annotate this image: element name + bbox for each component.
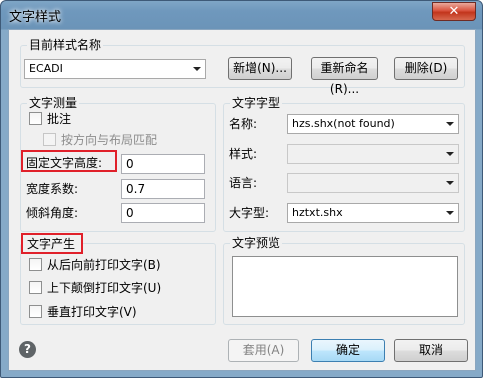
bigfont-dropdown[interactable]: hztxt.shx [287,203,459,223]
style-name-dropdown[interactable]: ECADI [24,59,206,79]
cancel-button[interactable]: 取消 [394,339,468,362]
rename-button[interactable]: 重新命名(R)... [311,57,378,96]
text-font-group-label: 文字字型 [230,96,283,110]
fixed-height-field[interactable]: 0 [121,154,205,174]
match-layout-checkbox[interactable] [43,133,56,146]
current-style-group-label: 目前样式名称 [27,38,104,52]
help-icon[interactable]: ? [19,341,36,358]
upside-down-checkbox[interactable] [29,281,42,294]
bigfont-label: 大字型: [229,206,270,220]
font-style-label: 样式: [229,147,258,161]
window-title: 文字样式 [9,10,62,25]
vertical-label: 垂直打印文字(V) [47,305,137,319]
width-factor-label: 宽度系数: [26,182,79,196]
delete-button[interactable]: 删除(D) [394,57,458,80]
font-style-dropdown[interactable] [287,144,459,164]
font-name-label: 名称: [229,117,258,131]
text-generation-group-label: 文字产生 [27,237,76,251]
annotative-label: 批注 [47,112,72,126]
title-bar[interactable]: 文字样式 ✕ [1,1,482,29]
match-layout-label: 按方向与布局匹配 [61,133,158,147]
backwards-label: 从后向前打印文字(B) [47,258,161,272]
fixed-height-label: 固定文字高度: [26,156,103,170]
oblique-angle-label: 倾斜角度: [26,206,79,220]
chevron-down-icon [446,122,454,126]
style-name-value: ECADI [29,62,63,75]
text-preview-box [232,256,458,317]
font-name-dropdown[interactable]: hzs.shx(not found) [287,114,459,134]
chevron-down-icon [446,152,454,156]
vertical-checkbox[interactable] [29,305,42,318]
oblique-angle-field[interactable]: 0 [121,203,205,223]
close-button[interactable]: ✕ [432,2,476,21]
annotative-checkbox[interactable] [29,112,42,125]
upside-down-label: 上下颠倒打印文字(U) [47,281,162,295]
text-style-dialog: 文字样式 ✕ 目前样式名称 ECADI 新增(N)... 重新命名(R)... … [0,0,483,378]
preview-group-label: 文字预览 [230,236,283,250]
chevron-down-icon [446,211,454,215]
chevron-down-icon [193,67,201,71]
bigfont-value: hztxt.shx [292,206,343,219]
chevron-down-icon [446,181,454,185]
ok-button[interactable]: 确定 [311,339,385,362]
language-label: 语言: [229,176,258,190]
backwards-checkbox[interactable] [29,258,42,271]
dialog-body: 目前样式名称 ECADI 新增(N)... 重新命名(R)... 删除(D) 文… [8,29,476,371]
language-dropdown[interactable] [287,173,459,193]
width-factor-field[interactable]: 0.7 [121,179,205,199]
font-name-value: hzs.shx(not found) [292,117,395,130]
new-button[interactable]: 新增(N)... [228,57,292,80]
text-measure-group-label: 文字测量 [27,96,80,110]
apply-button[interactable]: 套用(A) [228,339,299,362]
